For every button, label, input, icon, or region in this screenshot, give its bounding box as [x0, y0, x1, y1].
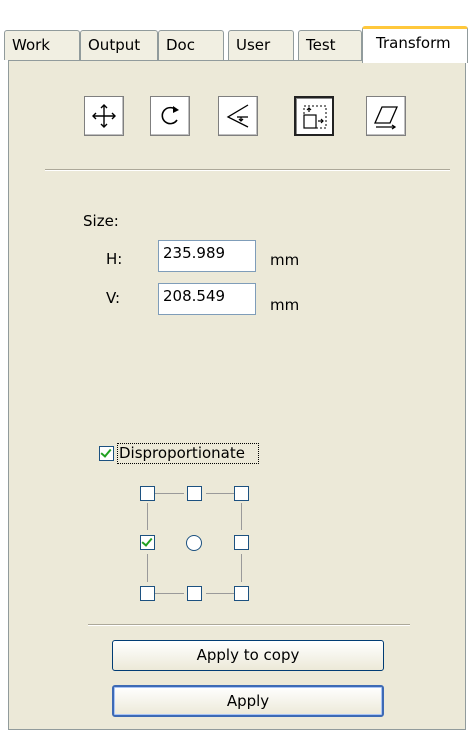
anchor-connector	[147, 554, 148, 582]
width-input[interactable]: 208.549	[158, 283, 256, 315]
tab-work-label: Work	[12, 36, 50, 54]
move-icon	[92, 104, 116, 128]
mirror-icon	[226, 104, 249, 128]
anchor-bottom-left[interactable]	[140, 586, 155, 601]
tab-user-label: User	[236, 36, 271, 54]
apply-button[interactable]: Apply	[112, 685, 384, 717]
move-tool-button[interactable]	[84, 96, 124, 136]
anchor-top-center[interactable]	[187, 486, 202, 501]
disproportionate-label[interactable]: Disproportionate	[119, 444, 245, 462]
skew-icon	[374, 106, 398, 130]
tab-doc[interactable]: Doc	[158, 30, 224, 60]
anchor-top-left[interactable]	[140, 486, 155, 501]
mirror-tool-button[interactable]	[218, 96, 258, 136]
size-label: Size:	[83, 212, 119, 230]
v-unit-label: mm	[270, 296, 300, 314]
scale-icon	[303, 105, 327, 129]
anchor-connector	[241, 554, 242, 582]
anchor-bottom-center[interactable]	[187, 586, 202, 601]
anchor-connector	[147, 503, 148, 530]
anchor-middle-right[interactable]	[234, 535, 249, 550]
disproportionate-checkbox[interactable]	[99, 446, 114, 461]
anchor-connector	[206, 493, 234, 494]
tab-user[interactable]: User	[228, 30, 294, 60]
skew-tool-button[interactable]	[366, 96, 406, 136]
tab-output-label: Output	[88, 36, 141, 54]
anchor-connector	[241, 503, 242, 530]
v-label: V:	[106, 289, 121, 307]
transform-panel	[8, 60, 466, 730]
scale-tool-button[interactable]	[294, 96, 334, 136]
tab-transform[interactable]: Transform	[362, 26, 468, 63]
h-label: H:	[106, 250, 123, 268]
anchor-connector	[154, 493, 184, 494]
anchor-center-radio[interactable]	[186, 535, 202, 551]
toolbar-divider	[45, 169, 450, 171]
h-unit-label: mm	[270, 251, 300, 269]
tab-doc-label: Doc	[166, 36, 195, 54]
anchor-top-right[interactable]	[234, 486, 249, 501]
anchor-connector	[206, 593, 234, 594]
rotate-icon	[161, 106, 179, 125]
tab-test[interactable]: Test	[298, 30, 362, 60]
tab-work[interactable]: Work	[4, 30, 80, 60]
rotate-tool-button[interactable]	[150, 96, 190, 136]
tab-test-label: Test	[306, 36, 336, 54]
buttons-divider	[88, 624, 410, 626]
apply-to-copy-button[interactable]: Apply to copy	[112, 640, 384, 671]
height-input[interactable]: 235.989	[158, 240, 256, 272]
anchor-connector	[154, 593, 184, 594]
tab-bar: Work Output Doc User Test Transform	[0, 0, 471, 63]
tab-transform-label: Transform	[376, 34, 451, 52]
anchor-bottom-right[interactable]	[234, 586, 249, 601]
anchor-middle-left[interactable]	[140, 535, 155, 550]
tab-output[interactable]: Output	[80, 30, 158, 60]
